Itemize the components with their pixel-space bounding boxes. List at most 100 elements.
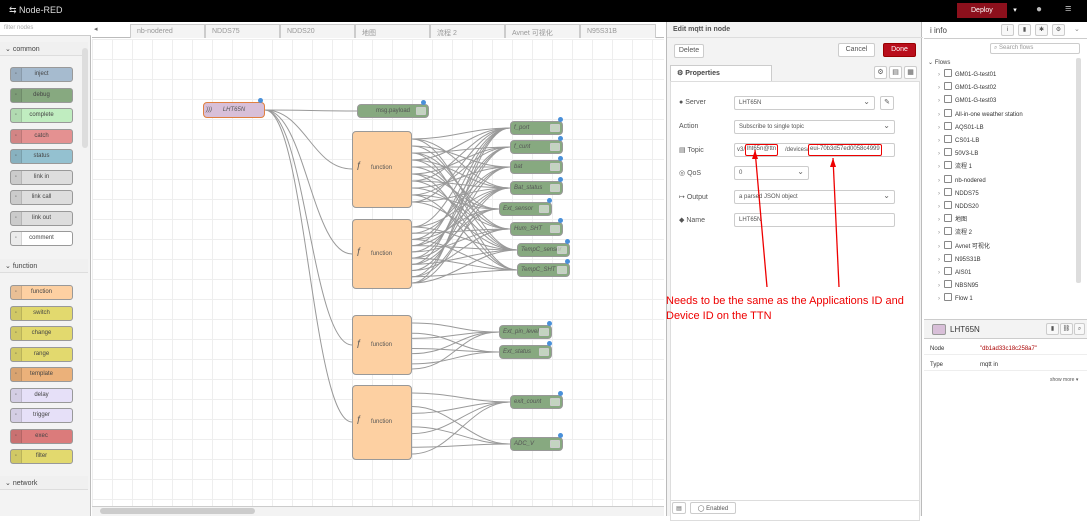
debug-node-payload[interactable]: msg.payload xyxy=(357,104,429,118)
palette-node-comment[interactable]: ◦ comment xyxy=(10,231,73,246)
flow-item[interactable]: › GM01-G-test03 xyxy=(938,95,996,108)
wire[interactable] xyxy=(264,109,353,255)
wire[interactable] xyxy=(411,401,511,435)
wire[interactable] xyxy=(411,166,511,272)
tab-nb-nodered[interactable]: nb-nodered xyxy=(130,24,205,38)
debug-toggle[interactable] xyxy=(550,143,560,151)
debug-node-adc-v[interactable]: ADC_V xyxy=(510,437,563,451)
function-node-4[interactable]: ƒ function xyxy=(352,385,412,460)
category-network[interactable]: ⌄ network xyxy=(0,476,88,490)
debug-node-tempc-sensor[interactable]: TempC_sensor xyxy=(517,243,570,257)
wire[interactable] xyxy=(411,351,500,365)
node-search-icon[interactable]: ⌕ xyxy=(1074,323,1085,335)
deploy-dropdown-icon[interactable]: ▾ xyxy=(1009,3,1021,18)
debug-node-f-cunt[interactable]: f_cunt xyxy=(510,140,563,154)
wire[interactable] xyxy=(411,426,511,445)
info-tab-icon[interactable]: i xyxy=(1001,24,1014,36)
palette-scrollbar[interactable] xyxy=(82,48,88,148)
tab-avnet[interactable]: Avnet 可视化 xyxy=(505,24,580,38)
flow-canvas[interactable]: ))) LHT65N msg.payload ƒ function ƒ functio… xyxy=(92,39,664,506)
tab-ndds20[interactable]: NDDS20 xyxy=(280,24,355,38)
debug-node-f-port[interactable]: f_port xyxy=(510,121,563,135)
wire[interactable] xyxy=(411,269,518,278)
mqtt-in-node[interactable]: ))) LHT65N xyxy=(203,102,265,118)
help-book-icon[interactable]: ▮ xyxy=(1018,24,1031,36)
palette-node-filter[interactable]: ◦ filter xyxy=(10,449,73,464)
wire[interactable] xyxy=(411,322,500,333)
palette-node-catch[interactable]: ◦ catch xyxy=(10,128,73,144)
palette-node-link-in[interactable]: ◦ link in xyxy=(10,169,73,185)
user-icon[interactable]: ● xyxy=(1036,4,1042,15)
wire[interactable] xyxy=(411,443,511,448)
function-node-2[interactable]: ƒ function xyxy=(352,219,412,289)
flow-item[interactable]: › AQS01-LB xyxy=(938,121,984,135)
debug-node-tempc-sht[interactable]: TempC_SHT xyxy=(517,263,570,277)
palette-node-debug[interactable]: ◦ debug xyxy=(10,87,73,103)
debug-toggle[interactable] xyxy=(539,348,549,356)
tab-info[interactable]: i info xyxy=(930,26,947,35)
debug-toggle[interactable] xyxy=(557,246,567,254)
category-common[interactable]: ⌄ common xyxy=(0,42,88,56)
deploy-button[interactable]: Deploy ▾ xyxy=(957,3,1017,18)
flow-item[interactable]: › 地图 xyxy=(938,214,967,227)
tab-n95s31b[interactable]: N95S31B xyxy=(580,24,656,38)
debug-toggle[interactable] xyxy=(557,266,567,274)
node-help-icon[interactable]: ▤ xyxy=(672,502,686,514)
show-more-link[interactable]: show more ▾ xyxy=(1050,377,1078,383)
flow-item[interactable]: › GM01-G-test01 xyxy=(938,69,996,82)
palette-node-status[interactable]: ◦ status xyxy=(10,149,73,164)
palette-node-complete[interactable]: ◦ complete xyxy=(10,108,73,123)
debug-bug-icon[interactable]: ✱ xyxy=(1035,24,1048,36)
debug-toggle[interactable] xyxy=(550,398,560,406)
wire[interactable] xyxy=(264,109,353,423)
palette-node-link-call[interactable]: ◦ link call xyxy=(10,190,73,205)
tab-map[interactable]: 地图 xyxy=(355,24,430,38)
debug-node-bat-status[interactable]: Bat_status xyxy=(510,181,563,195)
debug-toggle[interactable] xyxy=(416,107,426,115)
debug-node-ext-status[interactable]: Ext_status xyxy=(499,345,552,359)
palette-node-link-out[interactable]: ◦ link out xyxy=(10,210,73,226)
palette-node-exec[interactable]: ◦ exec xyxy=(10,428,73,444)
flows-heading[interactable]: ⌄ Flows xyxy=(928,59,950,66)
category-function[interactable]: ⌄ function xyxy=(0,259,88,273)
wire[interactable] xyxy=(264,109,353,346)
wire[interactable] xyxy=(411,392,511,403)
config-gear-icon[interactable]: ⚙ xyxy=(1052,24,1065,36)
tab-flow2[interactable]: 流程 2 xyxy=(430,24,505,38)
flow-item[interactable]: › NBSN95 xyxy=(938,280,978,293)
palette-node-template[interactable]: ◦ template xyxy=(10,367,73,382)
function-node-1[interactable]: ƒ function xyxy=(352,131,412,208)
function-node-3[interactable]: ƒ function xyxy=(352,315,412,375)
flow-item[interactable]: › N95S31B xyxy=(938,253,981,267)
flow-item[interactable]: › 流程 2 xyxy=(938,227,972,240)
palette-filter-input[interactable]: filter nodes xyxy=(0,22,91,36)
wire[interactable] xyxy=(411,138,511,189)
palette-node-switch[interactable]: ◦ switch xyxy=(10,305,73,321)
debug-toggle[interactable] xyxy=(550,440,560,448)
debug-node-exit-count[interactable]: exit_count xyxy=(510,395,563,409)
debug-node-bat[interactable]: bat xyxy=(510,160,563,174)
palette-node-range[interactable]: ◦ range xyxy=(10,346,73,362)
debug-toggle[interactable] xyxy=(550,163,560,171)
debug-node-ext-pin-level[interactable]: Ext_pin_level xyxy=(499,325,552,339)
debug-toggle[interactable] xyxy=(550,225,560,233)
flow-item[interactable]: › GM01-G-test02 xyxy=(938,82,996,95)
search-flows-input[interactable]: ⌕ Search flows xyxy=(990,43,1080,54)
palette-node-change[interactable]: ◦ change xyxy=(10,326,73,341)
flow-item[interactable]: › Avnet 可视化 xyxy=(938,240,990,254)
debug-toggle[interactable] xyxy=(539,205,549,213)
scroll-tabs-left-icon[interactable]: ◂ xyxy=(94,25,98,33)
palette-node-function[interactable]: ◦ function xyxy=(10,285,73,300)
flow-item[interactable]: › NDDS20 xyxy=(938,201,979,214)
tab-ndds75[interactable]: NDDS75 xyxy=(205,24,280,38)
flow-item[interactable]: › NDDS75 xyxy=(938,187,979,201)
flow-item[interactable]: › nb-nodered xyxy=(938,174,986,188)
flow-item[interactable]: › CS01-LB xyxy=(938,135,979,148)
debug-toggle[interactable] xyxy=(550,184,560,192)
flow-item[interactable]: › Flow 1 xyxy=(938,293,973,306)
node-link-icon[interactable]: ⛓ xyxy=(1060,323,1073,335)
node-help-book-icon[interactable]: ▮ xyxy=(1046,323,1059,335)
palette-node-inject[interactable]: ◦ inject xyxy=(10,67,73,82)
palette-node-trigger[interactable]: ◦ trigger xyxy=(10,408,73,423)
flows-scrollbar[interactable] xyxy=(1076,58,1081,283)
